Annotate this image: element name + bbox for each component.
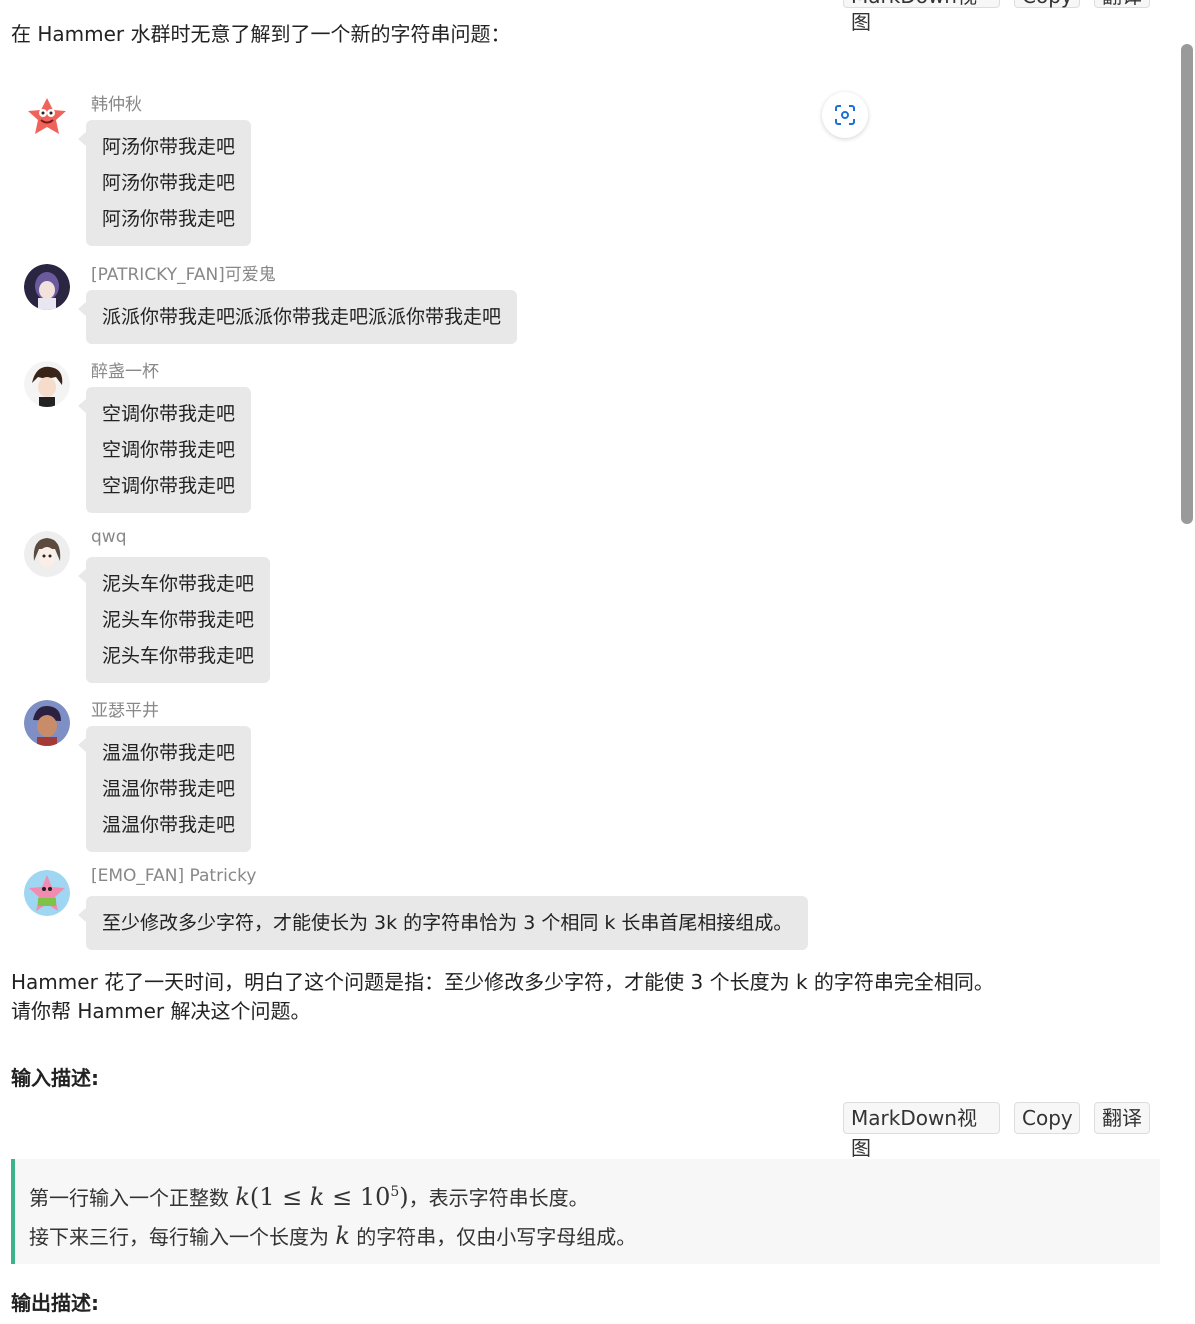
chat-line: 派派你带我走吧派派你带我走吧派派你带我走吧: [102, 306, 502, 328]
chat-line: 泥头车你带我走吧: [102, 645, 255, 667]
input-line-1: 第一行输入一个正整数 k(1 ≤ k ≤ 105)，表示字符串长度。: [29, 1183, 589, 1211]
copy-button[interactable]: Copy: [1014, 0, 1080, 8]
chat-username: [EMO_FAN] Patricky: [91, 866, 257, 886]
anime-boy-avatar: [24, 361, 70, 407]
explain-text: Hammer 花了一天时间，明白了这个问题是指：至少修改多少字符，才能使 3 个…: [11, 968, 994, 1026]
chat-username: 亚瑟平井: [91, 701, 159, 721]
scrollbar-thumb[interactable]: [1181, 44, 1193, 524]
chat-bubble: 泥头车你带我走吧 泥头车你带我走吧 泥头车你带我走吧: [77, 557, 271, 683]
anime-girl-avatar: [24, 264, 70, 310]
chat-username: 韩仲秋: [91, 95, 142, 115]
chat-bubble: 温温你带我走吧 温温你带我走吧 温温你带我走吧: [77, 726, 252, 852]
chat-line: 阿汤你带我走吧: [102, 136, 236, 158]
input-heading: 输入描述:: [11, 1066, 99, 1090]
translate-button[interactable]: 翻译: [1094, 0, 1150, 8]
intro-text: 在 Hammer 水群时无意了解到了一个新的字符串问题：: [11, 22, 511, 46]
chat-line: 温温你带我走吧: [102, 778, 236, 800]
explain-line: 请你帮 Hammer 解决这个问题。: [11, 999, 311, 1023]
input-description: 第一行输入一个正整数 k(1 ≤ k ≤ 105)，表示字符串长度。 接下来三行…: [11, 1159, 1160, 1264]
chat-bubble: 派派你带我走吧派派你带我走吧派派你带我走吧: [77, 290, 518, 344]
chat-bubble: 空调你带我走吧 空调你带我走吧 空调你带我走吧: [77, 387, 252, 513]
chat-line: 阿汤你带我走吧: [102, 208, 236, 230]
chat-line: 空调你带我走吧: [102, 403, 236, 425]
explain-line: Hammer 花了一天时间，明白了这个问题是指：至少修改多少字符，才能使 3 个…: [11, 970, 994, 994]
chat-username: 醉盏一杯: [91, 362, 159, 382]
chat-username: qwq: [91, 527, 127, 547]
copy-button[interactable]: Copy: [1014, 1102, 1080, 1134]
chat-line: 阿汤你带我走吧: [102, 172, 236, 194]
screenshot-scan-button[interactable]: [822, 92, 868, 138]
top-toolbar: MarkDown视图 Copy 翻译: [843, 0, 1150, 34]
chat-line: 温温你带我走吧: [102, 742, 236, 764]
scrollbar[interactable]: [1178, 0, 1195, 1324]
markdown-view-button[interactable]: MarkDown视图: [843, 1102, 1000, 1160]
chat-username: [PATRICKY_FAN]可爱鬼: [91, 265, 276, 285]
chat-bubble: 至少修改多少字符，才能使长为 3k 的字符串恰为 3 个相同 k 长串首尾相接组…: [77, 896, 809, 950]
output-heading: 输出描述:: [11, 1291, 99, 1315]
chat-line: 泥头车你带我走吧: [102, 573, 255, 595]
chat-line: 至少修改多少字符，才能使长为 3k 的字符串恰为 3 个相同 k 长串首尾相接组…: [102, 912, 793, 934]
translate-button[interactable]: 翻译: [1094, 1102, 1150, 1134]
chat-line: 泥头车你带我走吧: [102, 609, 255, 631]
input-toolbar: MarkDown视图 Copy 翻译: [843, 1102, 1150, 1160]
patrick-star-avatar-2: [24, 870, 70, 916]
input-line-2: 接下来三行，每行输入一个长度为 k 的字符串，仅由小写字母组成。: [29, 1222, 637, 1250]
markdown-view-button[interactable]: MarkDown视图: [843, 0, 1000, 34]
anime-man-avatar: [24, 700, 70, 746]
patrick-star-avatar: [24, 94, 70, 140]
chat-line: 空调你带我走吧: [102, 439, 236, 461]
chat-line: 空调你带我走吧: [102, 475, 236, 497]
scan-icon: [835, 105, 855, 125]
chat-bubble: 阿汤你带我走吧 阿汤你带我走吧 阿汤你带我走吧: [77, 120, 252, 246]
anime-girl-sketch-avatar: [24, 531, 70, 577]
chat-line: 温温你带我走吧: [102, 814, 236, 836]
